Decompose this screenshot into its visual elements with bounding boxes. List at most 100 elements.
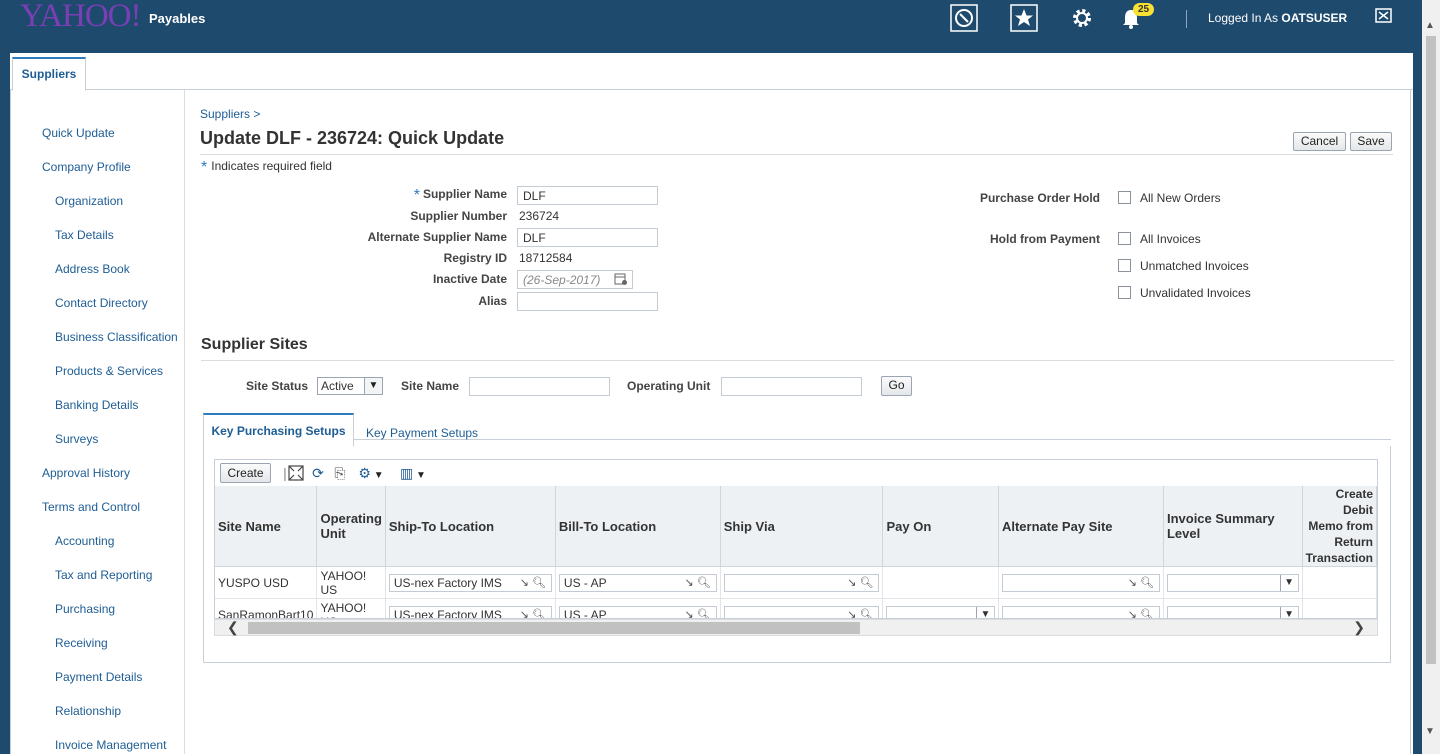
invoice-summary-level-select[interactable]: ▼ [1166, 573, 1299, 592]
column-header-alternate-pay-site[interactable]: Alternate Pay Site [998, 486, 1164, 567]
alternate-supplier-name-label: Alternate Supplier Name [367, 230, 507, 244]
search-icon[interactable]: 🔍︎ [1140, 608, 1154, 619]
scrollbar-thumb[interactable] [248, 622, 860, 634]
columns-view-icon[interactable]: ▥ ▼ [395, 464, 431, 482]
chevron-down-icon: ▼ [1279, 574, 1298, 591]
nav-item-tax-details[interactable]: Tax Details [55, 228, 114, 242]
nav-item-organization[interactable]: Organization [55, 194, 123, 208]
ship-via-input[interactable]: ↘ 🔍︎ [723, 605, 880, 619]
scroll-down-icon[interactable]: ▼ [1425, 726, 1435, 737]
calendar-icon[interactable] [614, 272, 628, 286]
unvalidated-invoices-checkbox[interactable] [1118, 286, 1131, 299]
table-row[interactable]: SanRamonBart10 YAHOO! US US-nex Factory … [215, 598, 1377, 619]
unmatched-invoices-checkbox[interactable] [1118, 259, 1131, 272]
navigator-icon[interactable] [950, 4, 978, 32]
supplier-name-label: * Supplier Name [414, 187, 507, 205]
operating-unit-input[interactable] [721, 377, 862, 396]
site-status-value: Active [321, 379, 354, 393]
nav-item-products-services[interactable]: Products & Services [55, 364, 163, 378]
search-icon[interactable]: 🔍︎ [860, 576, 874, 590]
nav-item-terms-and-control[interactable]: Terms and Control [42, 500, 140, 514]
cell-create-debit-memo [1302, 566, 1377, 599]
yahoo-logo[interactable]: YAHOO! [20, 0, 141, 35]
sub-tab-bar: Key Purchasing Setups Key Payment Setups [203, 413, 1391, 447]
scroll-left-icon[interactable]: ❮ [227, 620, 239, 635]
ship-via-input[interactable]: ↘ 🔍︎ [723, 573, 880, 592]
export-icon[interactable]: ⎘ [331, 464, 349, 482]
save-button[interactable]: Save [1350, 132, 1392, 151]
nav-item-receiving[interactable]: Receiving [55, 636, 108, 650]
search-icon[interactable]: 🔍︎ [697, 608, 711, 619]
alternate-pay-site-input[interactable]: ↘ 🔍︎ [1001, 573, 1160, 592]
refresh-icon[interactable]: ⟳ [309, 464, 327, 482]
all-invoices-checkbox[interactable] [1118, 232, 1131, 245]
nav-item-invoice-management[interactable]: Invoice Management [55, 738, 166, 752]
detach-icon[interactable] [287, 464, 305, 482]
tab-key-purchasing-setups[interactable]: Key Purchasing Setups [203, 413, 354, 447]
ship-to-location-value: US-nex Factory IMS [393, 607, 502, 619]
page-vertical-scrollbar[interactable]: ▲ ▼ [1422, 0, 1440, 754]
create-button[interactable]: Create [220, 463, 271, 483]
nav-item-approval-history[interactable]: Approval History [42, 466, 130, 480]
bill-to-location-input[interactable]: US - AP ↘ 🔍︎ [558, 573, 717, 592]
invoice-summary-level-select[interactable]: ▼ [1166, 605, 1299, 618]
all-new-orders-checkbox[interactable] [1118, 191, 1131, 204]
column-header-invoice-summary-level[interactable]: Invoice Summary Level [1163, 486, 1303, 567]
column-header-site-name[interactable]: Site Name [215, 486, 318, 567]
main-tab-bar: Suppliers [10, 53, 1413, 91]
alias-input[interactable] [517, 292, 658, 311]
bill-to-location-input[interactable]: US - AP ↘ 🔍︎ [558, 605, 717, 619]
search-icon[interactable]: 🔍︎ [697, 576, 711, 590]
supplier-sites-table: Site Name Operating Unit Ship-To Locatio… [214, 486, 1378, 619]
tab-key-payment-setups[interactable]: Key Payment Setups [366, 426, 478, 440]
nav-item-banking-details[interactable]: Banking Details [55, 398, 138, 412]
column-header-ship-to-location[interactable]: Ship-To Location [385, 486, 556, 567]
cancel-button[interactable]: Cancel [1293, 132, 1346, 151]
inactive-date-label: Inactive Date [432, 272, 507, 286]
nav-item-payment-details[interactable]: Payment Details [55, 670, 142, 684]
alternate-pay-site-input[interactable]: ↘ 🔍︎ [1001, 605, 1160, 619]
scroll-up-icon[interactable]: ▲ [1425, 20, 1435, 31]
table-horizontal-scrollbar[interactable]: ❮ ❯ [214, 619, 1378, 636]
logout-icon[interactable] [1374, 6, 1394, 26]
nav-item-surveys[interactable]: Surveys [55, 432, 98, 446]
actions-gear-icon[interactable]: ⚙ ▼ [353, 464, 389, 482]
column-header-bill-to-location[interactable]: Bill-To Location [555, 486, 721, 567]
nav-item-quick-update[interactable]: Quick Update [42, 126, 115, 140]
pay-on-select[interactable]: ▼ [886, 605, 995, 618]
cell-invoice-summary-level: ▼ [1163, 598, 1303, 618]
search-icon[interactable]: 🔍︎ [532, 576, 546, 590]
nav-item-purchasing[interactable]: Purchasing [55, 602, 115, 616]
column-header-create-debit-memo[interactable]: Create Debit Memo from Return Transactio… [1302, 486, 1377, 567]
site-status-select[interactable]: Active ▼ [317, 377, 383, 395]
nav-item-tax-and-reporting[interactable]: Tax and Reporting [55, 568, 152, 582]
search-icon[interactable]: 🔍︎ [860, 608, 874, 619]
ship-to-location-input[interactable]: US-nex Factory IMS ↘ 🔍︎ [388, 605, 552, 619]
scroll-right-icon[interactable]: ❯ [1353, 620, 1365, 635]
nav-item-contact-directory[interactable]: Contact Directory [55, 296, 148, 310]
nav-item-company-profile[interactable]: Company Profile [42, 160, 131, 174]
ship-to-location-input[interactable]: US-nex Factory IMS ↘ 🔍︎ [388, 573, 552, 592]
search-icon[interactable]: 🔍︎ [1140, 576, 1154, 590]
nav-item-relationship[interactable]: Relationship [55, 704, 121, 718]
chevron-down-icon: ▼ [1279, 606, 1298, 618]
nav-item-accounting[interactable]: Accounting [55, 534, 114, 548]
breadcrumb[interactable]: Suppliers > [200, 107, 260, 121]
table-row[interactable]: YUSPO USD YAHOO! US US-nex Factory IMS ↘ 🔍… [215, 566, 1377, 599]
nav-item-address-book[interactable]: Address Book [55, 262, 130, 276]
favorites-star-icon[interactable] [1010, 4, 1038, 32]
scrollbar-thumb[interactable] [1426, 36, 1436, 664]
logged-in-label: Logged In As [1208, 11, 1279, 25]
supplier-name-input[interactable]: DLF [517, 186, 658, 205]
go-button[interactable]: Go [881, 376, 912, 396]
column-header-ship-via[interactable]: Ship Via [720, 486, 884, 567]
tab-suppliers[interactable]: Suppliers [12, 57, 86, 91]
column-header-operating-unit[interactable]: Operating Unit [316, 486, 386, 567]
settings-gear-icon[interactable] [1068, 4, 1096, 32]
alternate-supplier-name-input[interactable]: DLF [517, 228, 658, 247]
bill-to-location-value: US - AP [563, 575, 607, 590]
nav-item-business-classification[interactable]: Business Classification [55, 330, 178, 344]
search-icon[interactable]: 🔍︎ [532, 608, 546, 619]
column-header-pay-on[interactable]: Pay On [882, 486, 999, 567]
site-name-input[interactable] [469, 377, 610, 396]
